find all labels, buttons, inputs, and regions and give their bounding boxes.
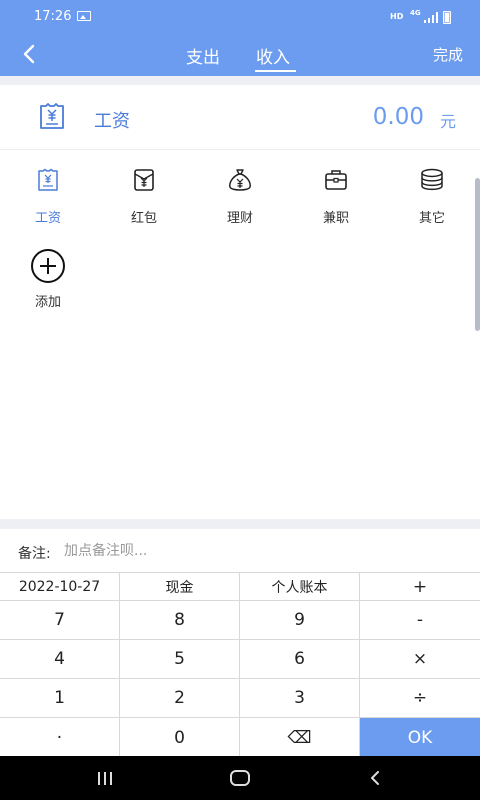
signal-icon — [424, 12, 438, 23]
divider — [0, 519, 480, 529]
ok-button[interactable]: OK — [360, 718, 480, 757]
add-category-button[interactable]: 添加 — [0, 151, 96, 311]
selected-category-name: 工资 — [94, 111, 130, 132]
active-tab-indicator — [255, 70, 296, 72]
back-arrow-icon — [23, 44, 35, 64]
remark-row: 备注: — [0, 529, 480, 572]
category-other[interactable]: 其它 — [384, 151, 480, 231]
category-grid: 工资 红包 理财 兼职 其它 添加 — [0, 151, 480, 519]
add-category-label: 添加 — [34, 295, 61, 310]
status-time: 17:26 — [34, 9, 72, 24]
category-label: 其它 — [418, 211, 445, 226]
hd-indicator: HD — [390, 12, 404, 21]
currency-unit: 元 — [439, 112, 456, 131]
scrollbar[interactable] — [475, 178, 480, 331]
key-multiply[interactable]: × — [360, 640, 480, 679]
key-4[interactable]: 4 — [0, 640, 120, 679]
key-plus[interactable]: + — [360, 573, 480, 601]
money-bag-icon — [229, 169, 251, 191]
image-notification-icon — [77, 11, 91, 21]
home-button[interactable] — [230, 770, 250, 786]
coin-stack-icon — [421, 168, 443, 191]
key-2[interactable]: 2 — [120, 679, 240, 718]
key-5[interactable]: 5 — [120, 640, 240, 679]
amount-row: 工资 0.00 元 — [0, 85, 480, 150]
plus-circle-icon — [31, 249, 65, 283]
key-3[interactable]: 3 — [240, 679, 360, 718]
done-button[interactable]: 完成 — [433, 44, 463, 65]
recents-button[interactable] — [97, 772, 115, 785]
key-backspace[interactable]: ⌫ — [240, 718, 360, 757]
back-chevron-icon — [371, 771, 379, 785]
key-8[interactable]: 8 — [120, 601, 240, 640]
key-1[interactable]: 1 — [0, 679, 120, 718]
key-7[interactable]: 7 — [0, 601, 120, 640]
divider — [0, 76, 480, 85]
ledger-button[interactable]: 个人账本 — [240, 573, 360, 601]
key-6[interactable]: 6 — [240, 640, 360, 679]
category-label: 兼职 — [322, 211, 349, 226]
key-divide[interactable]: ÷ — [360, 679, 480, 718]
remark-input[interactable] — [64, 541, 454, 561]
account-type-button[interactable]: 现金 — [120, 573, 240, 601]
tab-income[interactable]: 收入 — [256, 43, 290, 68]
back-button[interactable] — [16, 40, 44, 68]
amount-display: 0.00 — [372, 104, 424, 130]
network-type: 4G — [410, 9, 421, 17]
system-back-button[interactable] — [366, 768, 384, 788]
key-minus[interactable]: - — [360, 601, 480, 640]
key-9[interactable]: 9 — [240, 601, 360, 640]
keypad: 2022-10-27 现金 个人账本 + 7 8 9 - 4 5 6 × 1 2… — [0, 572, 480, 757]
key-decimal[interactable]: · — [0, 718, 120, 757]
red-envelope-icon — [134, 169, 154, 191]
remark-label: 备注: — [18, 546, 51, 562]
status-bar: 17:26 HD 4G — [0, 0, 480, 32]
system-nav-bar — [0, 756, 480, 800]
briefcase-icon — [325, 170, 347, 190]
salary-icon — [40, 103, 64, 129]
battery-icon — [443, 11, 451, 24]
category-red-envelope[interactable]: 红包 — [96, 151, 192, 231]
category-part-time[interactable]: 兼职 — [288, 151, 384, 231]
date-button[interactable]: 2022-10-27 — [0, 573, 120, 601]
category-finance[interactable]: 理财 — [192, 151, 288, 231]
category-label: 红包 — [130, 211, 157, 226]
key-0[interactable]: 0 — [120, 718, 240, 757]
header-bar: 支出 收入 完成 — [0, 32, 480, 76]
category-label: 理财 — [226, 211, 253, 226]
tab-expense[interactable]: 支出 — [186, 43, 220, 68]
